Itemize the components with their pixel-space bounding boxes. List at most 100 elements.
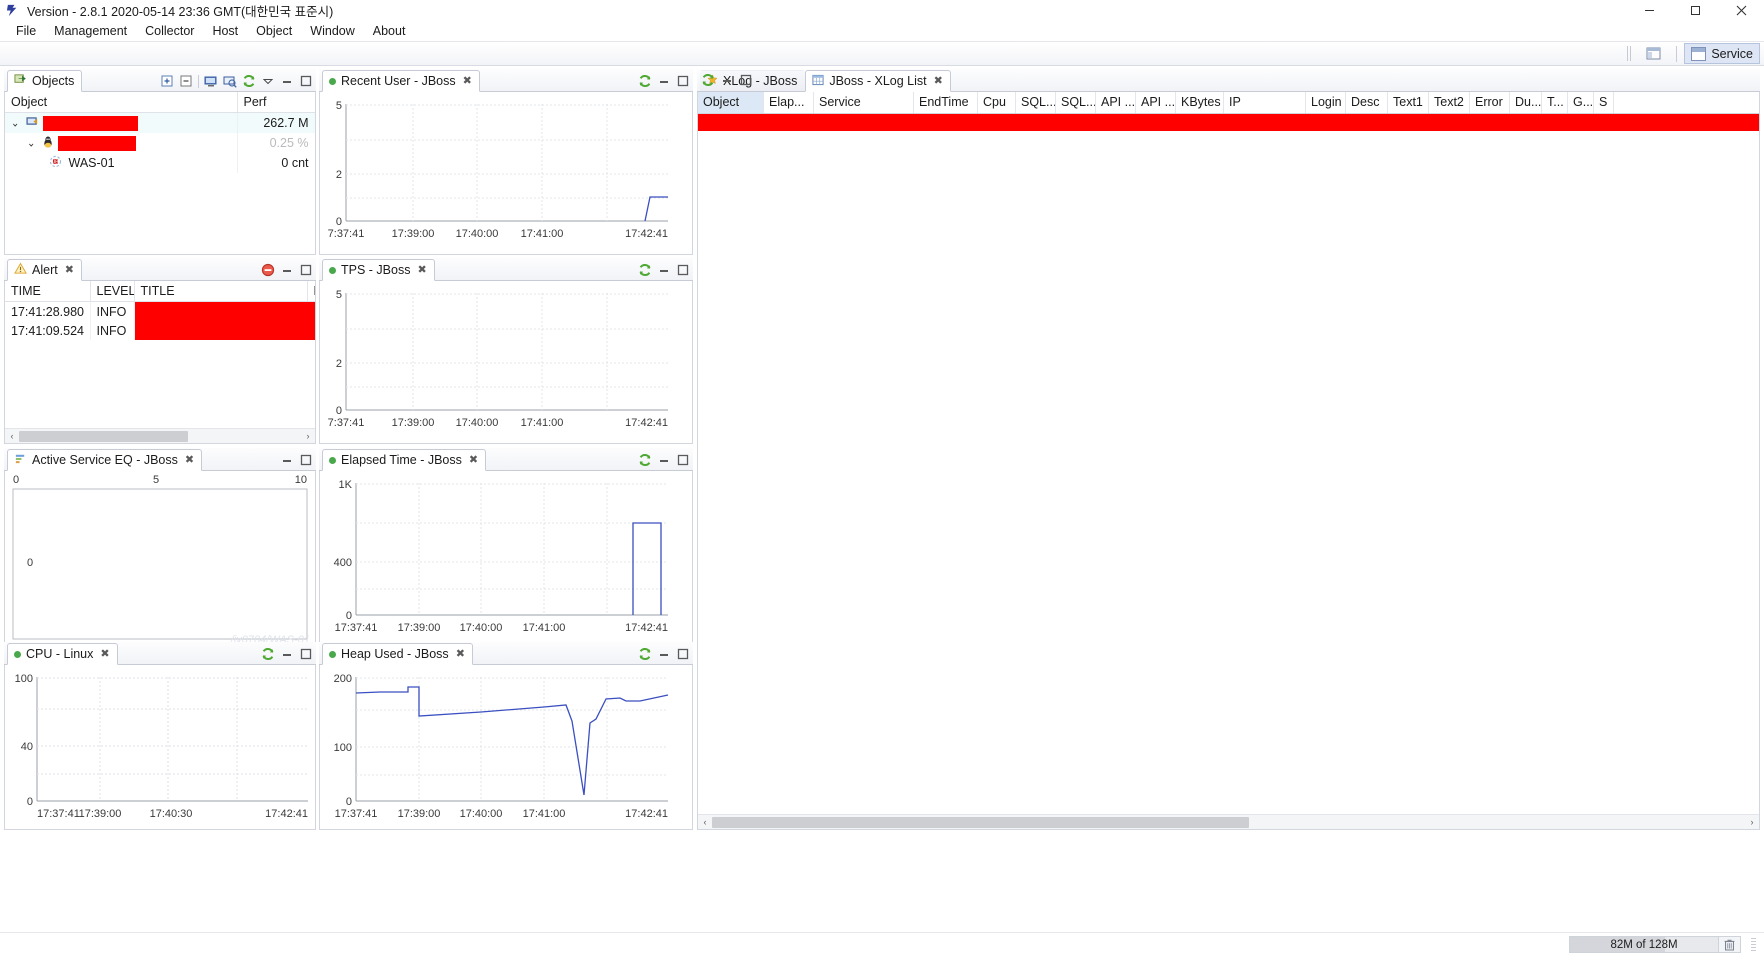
xlog-col-cpu[interactable]: Cpu bbox=[978, 92, 1016, 113]
refresh-icon[interactable] bbox=[701, 73, 715, 87]
scroll-left-icon[interactable]: ‹ bbox=[5, 431, 19, 441]
xlog-col-ip[interactable]: IP bbox=[1224, 92, 1306, 113]
maximize-icon[interactable] bbox=[299, 453, 313, 467]
close-icon[interactable]: ✖ bbox=[417, 264, 426, 276]
scroll-track[interactable] bbox=[19, 430, 301, 442]
maximize-icon[interactable] bbox=[299, 263, 313, 277]
xlog-col-elapsed[interactable]: Elap... bbox=[764, 92, 814, 113]
close-icon[interactable]: ✖ bbox=[456, 648, 465, 660]
objects-cell-name[interactable]: JB WAS-01 bbox=[5, 153, 238, 173]
scroll-right-icon[interactable]: › bbox=[1745, 817, 1759, 827]
close-icon[interactable]: ✖ bbox=[185, 454, 194, 466]
xlog-col-text2[interactable]: Text2 bbox=[1429, 92, 1470, 113]
close-icon[interactable]: ✖ bbox=[934, 75, 943, 87]
table-row[interactable]: 17:41:09.524 INFO bbox=[5, 321, 315, 340]
tab-jboss-xlog-list[interactable]: JBoss - XLog List ✖ bbox=[805, 70, 951, 92]
xlog-col-kbytes[interactable]: KBytes bbox=[1176, 92, 1224, 113]
minimize-window-button[interactable] bbox=[1626, 0, 1672, 20]
status-resize-grip[interactable] bbox=[1751, 937, 1756, 952]
minimize-icon[interactable] bbox=[657, 647, 671, 661]
refresh-icon[interactable] bbox=[638, 263, 652, 277]
heap-status[interactable]: 82M of 128M bbox=[1569, 936, 1741, 953]
maximize-icon[interactable] bbox=[676, 647, 690, 661]
tree-twisty-icon[interactable]: ⌄ bbox=[11, 117, 22, 130]
minimize-icon[interactable] bbox=[280, 74, 294, 88]
objects-cell-name[interactable]: ⌄ bbox=[5, 133, 238, 153]
tab-tps[interactable]: TPS - JBoss ✖ bbox=[322, 259, 435, 281]
xlog-col-api-count[interactable]: API ... bbox=[1096, 92, 1136, 113]
maximize-icon[interactable] bbox=[676, 74, 690, 88]
minimize-icon[interactable] bbox=[280, 453, 294, 467]
minimize-icon[interactable] bbox=[280, 647, 294, 661]
table-row[interactable] bbox=[698, 114, 1759, 131]
tab-alert[interactable]: Alert ✖ bbox=[7, 259, 82, 281]
xlog-col-object[interactable]: Object bbox=[698, 92, 764, 113]
xlog-col-g[interactable]: G... bbox=[1568, 92, 1594, 113]
xlog-col-desc[interactable]: Desc bbox=[1346, 92, 1388, 113]
xlog-col-error[interactable]: Error bbox=[1470, 92, 1510, 113]
menu-host[interactable]: Host bbox=[203, 22, 247, 40]
tab-active-service-eq[interactable]: Active Service EQ - JBoss ✖ bbox=[7, 449, 203, 471]
tab-cpu-linux[interactable]: CPU - Linux ✖ bbox=[7, 643, 118, 665]
menu-file[interactable]: File bbox=[7, 22, 45, 40]
refresh-icon[interactable] bbox=[242, 74, 256, 88]
monitor-search-icon[interactable] bbox=[223, 74, 237, 88]
alert-col-title[interactable]: TITLE bbox=[134, 281, 308, 302]
xlog-col-service[interactable]: Service bbox=[814, 92, 914, 113]
alert-col-time[interactable]: TIME bbox=[5, 281, 91, 302]
xlog-horizontal-scrollbar[interactable]: ‹ › bbox=[698, 814, 1759, 829]
close-icon[interactable]: ✖ bbox=[463, 75, 472, 87]
menu-management[interactable]: Management bbox=[45, 22, 136, 40]
refresh-icon[interactable] bbox=[261, 647, 275, 661]
objects-col-object[interactable]: Object bbox=[5, 92, 238, 113]
minimize-icon[interactable] bbox=[280, 263, 294, 277]
minimize-icon[interactable] bbox=[657, 453, 671, 467]
tab-recent-user[interactable]: Recent User - JBoss ✖ bbox=[322, 70, 480, 92]
close-icon[interactable]: ✖ bbox=[469, 454, 478, 466]
xlog-col-text1[interactable]: Text1 bbox=[1388, 92, 1429, 113]
close-icon[interactable]: ✖ bbox=[65, 264, 74, 276]
minimize-icon[interactable] bbox=[657, 74, 671, 88]
collapse-all-icon[interactable] bbox=[179, 74, 193, 88]
xlog-col-dump[interactable]: Du... bbox=[1510, 92, 1542, 113]
xlog-col-t[interactable]: T... bbox=[1542, 92, 1568, 113]
table-row[interactable]: ⌄ 0.25 % bbox=[5, 133, 315, 153]
maximize-icon[interactable] bbox=[676, 453, 690, 467]
minimize-icon[interactable] bbox=[720, 73, 734, 87]
maximize-icon[interactable] bbox=[739, 73, 753, 87]
xlog-col-endtime[interactable]: EndTime bbox=[914, 92, 978, 113]
table-row[interactable]: ⌄ 262.7 M bbox=[5, 112, 315, 133]
xlog-col-sql-time[interactable]: SQL... bbox=[1056, 92, 1096, 113]
table-row[interactable]: JB WAS-01 0 cnt bbox=[5, 153, 315, 173]
coolbar-grip[interactable] bbox=[1627, 46, 1634, 61]
heap-monitor-bar[interactable]: 82M of 128M bbox=[1570, 937, 1718, 952]
perspective-service-button[interactable]: Service bbox=[1684, 43, 1760, 64]
monitor-icon[interactable] bbox=[204, 74, 218, 88]
tree-twisty-icon[interactable]: ⌄ bbox=[27, 137, 38, 150]
menu-about[interactable]: About bbox=[364, 22, 415, 40]
scroll-thumb[interactable] bbox=[19, 430, 189, 442]
objects-cell-name[interactable]: ⌄ bbox=[5, 112, 238, 133]
xlog-col-sql-count[interactable]: SQL... bbox=[1016, 92, 1056, 113]
expand-all-icon[interactable] bbox=[160, 74, 174, 88]
objects-col-perf[interactable]: Perf bbox=[237, 92, 315, 113]
scroll-right-icon[interactable]: › bbox=[301, 431, 315, 441]
xlog-col-login[interactable]: Login bbox=[1306, 92, 1346, 113]
maximize-icon[interactable] bbox=[676, 263, 690, 277]
refresh-icon[interactable] bbox=[638, 453, 652, 467]
alert-horizontal-scrollbar[interactable]: ‹ › bbox=[5, 428, 315, 443]
clear-icon[interactable] bbox=[261, 263, 275, 277]
cpu-chart-body[interactable]: 100 40 0 17:37:41 17:39:00 17:40:30 17:4… bbox=[4, 665, 316, 830]
elapsed-chart-body[interactable]: 1K 400 0 17:37:41 17:39:00 17:40:00 17:4… bbox=[319, 471, 693, 650]
table-row[interactable]: 17:41:28.980 INFO bbox=[5, 301, 315, 321]
scroll-left-icon[interactable]: ‹ bbox=[698, 817, 712, 827]
tps-chart-body[interactable]: 5 2 0 7:37:41 17:39:00 17:40:00 17:41:00… bbox=[319, 281, 693, 444]
alert-col-level[interactable]: LEVEL bbox=[90, 281, 135, 302]
view-menu-icon[interactable] bbox=[261, 74, 275, 88]
xlog-col-s[interactable]: S bbox=[1594, 92, 1614, 113]
refresh-icon[interactable] bbox=[638, 647, 652, 661]
minimize-icon[interactable] bbox=[657, 263, 671, 277]
menu-collector[interactable]: Collector bbox=[136, 22, 203, 40]
tab-objects[interactable]: Objects bbox=[7, 70, 83, 92]
scroll-thumb[interactable] bbox=[712, 816, 1250, 828]
